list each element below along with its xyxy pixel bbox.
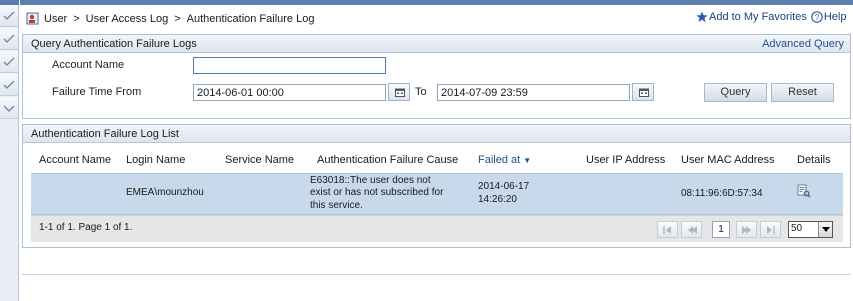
pager-bar: 1-1 of 1. Page 1 of 1. 1 50 [31, 215, 843, 242]
column-service-name[interactable]: Service Name [225, 154, 294, 166]
query-panel: Query Authentication Failure Logs Advanc… [22, 34, 851, 119]
prev-page-icon [688, 226, 697, 234]
cell-failure-cause-line-1: E63018::The user does not [310, 175, 431, 186]
details-icon[interactable] [797, 184, 811, 198]
current-page-number[interactable]: 1 [712, 221, 730, 238]
cell-failure-cause-line-2: exist or has not subscribed for [310, 187, 444, 198]
failure-time-from-label: Failure Time From [52, 86, 142, 98]
to-label: To [415, 86, 427, 98]
table-row[interactable]: EMEA\mounzhou E63018::The user does not … [31, 173, 843, 215]
failure-time-from-input[interactable] [193, 84, 386, 101]
breadcrumb-user[interactable]: User [44, 13, 67, 25]
chevron-icon [3, 105, 15, 112]
chevron-down-icon[interactable] [818, 222, 832, 237]
last-page-icon [767, 226, 775, 234]
query-panel-header: Query Authentication Failure Logs Advanc… [23, 35, 850, 53]
breadcrumb-separator: > [174, 13, 181, 25]
column-account-name[interactable]: Account Name [39, 154, 111, 166]
check-icon [3, 11, 15, 20]
log-list-panel: Authentication Failure Log List Account … [22, 124, 851, 248]
column-failed-at[interactable]: Failed at ▼ [478, 154, 531, 166]
breadcrumb: User > User Access Log > Authentication Fail… [44, 13, 314, 25]
breadcrumb-separator: > [73, 13, 80, 25]
to-calendar-button[interactable] [632, 83, 654, 101]
left-nav-button-1[interactable] [0, 5, 18, 27]
left-nav-button-2[interactable] [0, 28, 18, 50]
check-icon [3, 57, 15, 66]
failure-time-to-input[interactable] [437, 84, 630, 101]
favorites-help-area: Add to My Favorites ? Help [696, 11, 846, 23]
reset-button[interactable]: Reset [771, 83, 834, 102]
user-log-icon [26, 12, 39, 25]
check-icon [3, 80, 15, 89]
add-to-favorites-link[interactable]: Add to My Favorites [709, 11, 807, 23]
breadcrumb-user-access-log[interactable]: User Access Log [86, 13, 169, 25]
first-page-icon [663, 226, 671, 234]
column-details[interactable]: Details [797, 154, 831, 166]
first-page-button[interactable] [657, 221, 678, 238]
prev-page-button[interactable] [681, 221, 702, 238]
calendar-icon [395, 88, 405, 97]
next-page-button[interactable] [736, 221, 757, 238]
cell-failed-at-time: 14:26:20 [478, 194, 517, 205]
page-size-value: 50 [791, 223, 803, 234]
left-nav-button-3[interactable] [0, 51, 18, 73]
left-nav-button-5[interactable] [0, 97, 18, 119]
content-bottom-border [22, 274, 851, 275]
column-user-mac[interactable]: User MAC Address [681, 154, 775, 166]
star-icon[interactable] [696, 11, 708, 23]
table-header: Account Name Login Name Service Name Aut… [23, 144, 850, 173]
calendar-icon [639, 88, 649, 97]
cell-user-mac: 08:11:96:6D:57:34 [681, 188, 763, 199]
query-panel-title: Query Authentication Failure Logs [31, 38, 197, 50]
pager-summary: 1-1 of 1. Page 1 of 1. [39, 222, 133, 233]
from-calendar-button[interactable] [388, 83, 410, 101]
column-failure-cause[interactable]: Authentication Failure Cause [317, 154, 458, 166]
top-bar: User > User Access Log > Authentication Fail… [20, 0, 853, 34]
help-icon[interactable]: ? [811, 11, 823, 23]
query-button[interactable]: Query [704, 83, 767, 102]
log-list-header: Authentication Failure Log List [23, 125, 850, 143]
left-nav-button-4[interactable] [0, 74, 18, 96]
svg-text:?: ? [815, 13, 820, 22]
breadcrumb-authentication-failure-log: Authentication Failure Log [186, 13, 315, 25]
last-page-button[interactable] [760, 221, 781, 238]
column-user-ip[interactable]: User IP Address [586, 154, 665, 166]
log-list-title: Authentication Failure Log List [31, 128, 179, 140]
column-failed-at-label: Failed at [478, 154, 521, 166]
next-page-icon [742, 226, 751, 234]
left-nav-strip [0, 0, 19, 301]
advanced-query-link[interactable]: Advanced Query [762, 38, 844, 50]
account-name-label: Account Name [52, 59, 125, 71]
cell-login-name: EMEA\mounzhou [126, 187, 204, 198]
account-name-input[interactable] [193, 57, 386, 74]
sort-desc-icon: ▼ [523, 156, 532, 165]
column-login-name[interactable]: Login Name [126, 154, 185, 166]
check-icon [3, 34, 15, 43]
cell-failed-at-date: 2014-06-17 [478, 181, 530, 192]
cell-failure-cause-line-3: this service. [310, 200, 363, 211]
page-size-select[interactable]: 50 [788, 221, 833, 238]
help-link[interactable]: Help [824, 11, 847, 23]
